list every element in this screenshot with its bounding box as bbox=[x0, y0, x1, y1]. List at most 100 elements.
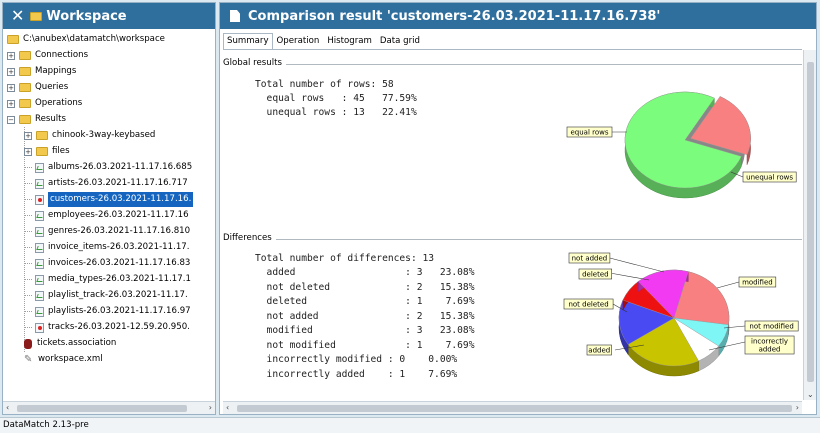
scroll-down-icon[interactable]: ⌄ bbox=[807, 390, 814, 399]
tree-node-label: albums-26.03.2021-11.17.16.685 bbox=[48, 162, 193, 172]
pie-label-leader bbox=[609, 272, 650, 281]
tree-file-tickets[interactable]: tickets.association bbox=[24, 336, 116, 351]
pie-label: not deleted bbox=[568, 301, 608, 309]
tab-histogram[interactable]: Histogram bbox=[323, 33, 376, 49]
expand-icon[interactable]: + bbox=[7, 67, 15, 76]
tree-file-invoices[interactable]: invoices-26.03.2021-11.17.16.83 bbox=[24, 256, 191, 271]
section-divider bbox=[223, 64, 802, 65]
tab-data-grid[interactable]: Data grid bbox=[376, 33, 424, 49]
result-title: Comparison result 'customers-26.03.2021-… bbox=[248, 8, 661, 24]
diff-line-3: deleted : 1 7.69% bbox=[255, 296, 475, 307]
scroll-left-icon[interactable]: ‹ bbox=[226, 403, 229, 412]
global-results-title: Global results bbox=[223, 58, 286, 68]
tree-node-chinook[interactable]: + chinook-3way-keybased bbox=[24, 128, 155, 143]
tree-file-employees[interactable]: employees-26.03.2021-11.17.16 bbox=[24, 208, 189, 223]
close-icon[interactable]: ✕ bbox=[11, 8, 24, 24]
tree-node-queries[interactable]: + Queries bbox=[7, 80, 68, 95]
tree-node-label: Queries bbox=[35, 82, 69, 92]
tree-node-label: tracks-26.03.2021-12.59.20.950. bbox=[48, 322, 190, 332]
folder-icon bbox=[36, 147, 48, 156]
tree-node-label: media_types-26.03.2021-11.17.1 bbox=[48, 274, 191, 284]
expand-icon[interactable]: + bbox=[7, 51, 15, 60]
tree-node-operations[interactable]: + Operations bbox=[7, 96, 82, 111]
tree-node-label: invoices-26.03.2021-11.17.16.83 bbox=[48, 258, 191, 268]
tree-file-workspace-xml[interactable]: ✎ workspace.xml bbox=[24, 352, 103, 367]
scroll-thumb[interactable] bbox=[807, 62, 814, 382]
result-tabs: Summary Operation Histogram Data grid bbox=[223, 33, 424, 49]
tree-node-label: Connections bbox=[35, 50, 89, 60]
result-ok-icon bbox=[35, 210, 44, 221]
tree-file-tracks[interactable]: tracks-26.03.2021-12.59.20.950. bbox=[24, 320, 190, 335]
result-header: Comparison result 'customers-26.03.2021-… bbox=[220, 3, 816, 29]
pie-label-leader bbox=[605, 256, 665, 273]
folder-icon bbox=[19, 115, 31, 124]
global-line-2: unequal rows : 13 22.41% bbox=[255, 107, 417, 118]
tree-node-connections[interactable]: + Connections bbox=[7, 48, 88, 63]
global-pie-chart: equal rows unequal rows bbox=[566, 91, 797, 199]
pie-label-leader bbox=[716, 281, 740, 289]
expand-icon[interactable]: + bbox=[24, 131, 32, 140]
scroll-left-icon[interactable]: ‹ bbox=[6, 403, 9, 412]
tree-node-label: tickets.association bbox=[37, 338, 117, 348]
tree-connector bbox=[24, 167, 32, 168]
scroll-thumb[interactable] bbox=[237, 405, 792, 412]
tab-summary[interactable]: Summary bbox=[223, 33, 273, 49]
pie-label: incorrectly bbox=[751, 338, 788, 346]
tree-connector bbox=[24, 279, 32, 280]
scroll-right-icon[interactable]: › bbox=[209, 403, 212, 412]
result-ok-icon bbox=[35, 178, 44, 189]
expand-icon[interactable]: + bbox=[24, 147, 32, 156]
expand-icon[interactable]: + bbox=[7, 83, 15, 92]
tree-file-media-types[interactable]: media_types-26.03.2021-11.17.1 bbox=[24, 272, 191, 287]
diff-line-5: modified : 3 23.08% bbox=[255, 325, 475, 336]
status-bar: DataMatch 2.13-pre bbox=[0, 417, 820, 433]
expand-icon[interactable]: + bbox=[7, 99, 15, 108]
tree-file-invoice-items[interactable]: invoice_items-26.03.2021-11.17. bbox=[24, 240, 190, 255]
pie-label: equal rows bbox=[570, 129, 608, 137]
tree-node-label: chinook-3way-keybased bbox=[52, 130, 156, 140]
tree-file-playlist-track[interactable]: playlist_track-26.03.2021-11.17. bbox=[24, 288, 188, 303]
tree-file-playlists[interactable]: playlists-26.03.2021-11.17.16.97 bbox=[24, 304, 191, 319]
tree-connector bbox=[24, 215, 32, 216]
tree-connector bbox=[24, 263, 32, 264]
tree-connector bbox=[24, 295, 32, 296]
scroll-right-icon[interactable]: › bbox=[796, 403, 799, 412]
collapse-icon[interactable]: − bbox=[7, 115, 15, 124]
document-icon bbox=[230, 10, 240, 22]
result-ok-icon bbox=[35, 306, 44, 317]
pie-label: added bbox=[759, 346, 781, 354]
tree-file-artists[interactable]: artists-26.03.2021-11.17.16.717 bbox=[24, 176, 188, 191]
app-window: ✕ Workspace C:\anubex\datamatch\workspac… bbox=[0, 0, 820, 433]
result-ok-icon bbox=[35, 290, 44, 301]
tree-node-label: playlists-26.03.2021-11.17.16.97 bbox=[48, 306, 191, 316]
tree-node-results[interactable]: − Results bbox=[7, 112, 66, 127]
scroll-thumb[interactable] bbox=[17, 405, 187, 412]
diff-line-1: added : 3 23.08% bbox=[255, 267, 475, 278]
tree-horizontal-scrollbar[interactable]: ‹ › bbox=[3, 401, 215, 414]
folder-icon bbox=[19, 67, 31, 76]
tree-node-label-selected: customers-26.03.2021-11.17.16. bbox=[48, 192, 194, 207]
tree-file-albums[interactable]: albums-26.03.2021-11.17.16.685 bbox=[24, 160, 193, 175]
result-error-icon bbox=[35, 322, 44, 333]
tab-operation[interactable]: Operation bbox=[273, 33, 324, 49]
diff-line-6: not modified : 1 7.69% bbox=[255, 340, 475, 351]
diff-line-4: not added : 2 15.38% bbox=[255, 311, 475, 322]
pie-label: added bbox=[588, 347, 610, 355]
tree-node-files[interactable]: + files bbox=[24, 144, 70, 159]
tree-file-customers[interactable]: customers-26.03.2021-11.17.16. bbox=[24, 192, 194, 207]
result-horizontal-scrollbar[interactable]: ‹ › bbox=[223, 401, 802, 414]
result-vertical-scrollbar[interactable]: ⌄ bbox=[803, 50, 816, 400]
result-ok-icon bbox=[35, 242, 44, 253]
differences-pie-chart: modifiednot modifiedincorrectlyaddedadde… bbox=[563, 252, 799, 377]
folder-icon bbox=[19, 51, 31, 60]
tree-root[interactable]: C:\anubex\datamatch\workspace bbox=[7, 32, 165, 47]
global-line-0: Total number of rows: 58 bbox=[255, 79, 394, 90]
folder-icon bbox=[36, 131, 48, 140]
workspace-tree: C:\anubex\datamatch\workspace + Connecti… bbox=[3, 31, 215, 400]
tree-file-genres[interactable]: genres-26.03.2021-11.17.16.810 bbox=[24, 224, 190, 239]
tree-node-label: employees-26.03.2021-11.17.16 bbox=[48, 210, 189, 220]
tree-node-mappings[interactable]: + Mappings bbox=[7, 64, 76, 79]
wrench-icon: ✎ bbox=[24, 353, 33, 365]
tree-connector bbox=[24, 327, 32, 328]
tree-node-label: playlist_track-26.03.2021-11.17. bbox=[48, 290, 188, 300]
